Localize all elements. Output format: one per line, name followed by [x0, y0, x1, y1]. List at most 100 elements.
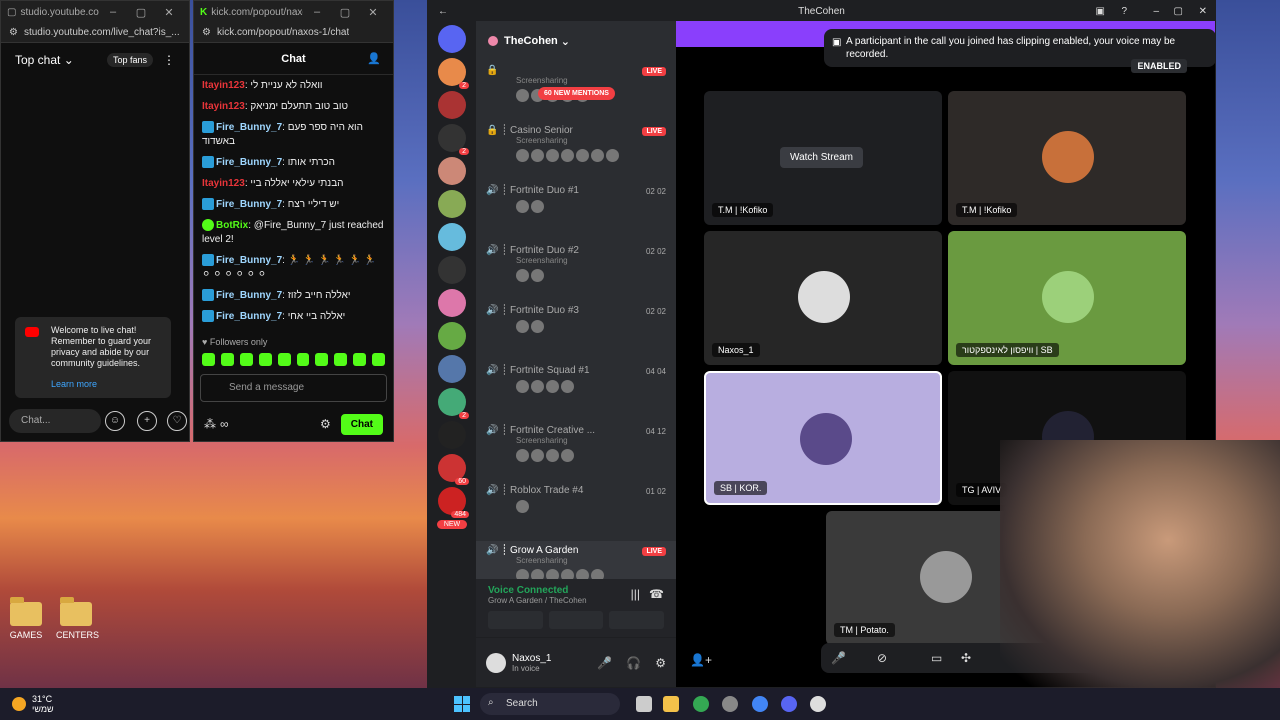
- taskbar-search[interactable]: ⌕ Search: [480, 693, 620, 715]
- desktop-icon-games[interactable]: GAMES: [6, 597, 46, 640]
- activities-button[interactable]: [609, 611, 665, 629]
- emote-icon[interactable]: [277, 353, 291, 366]
- avatar[interactable]: [531, 449, 544, 462]
- message-user[interactable]: Fire_Bunny_7: [216, 199, 282, 210]
- message-user[interactable]: Fire_Bunny_7: [216, 157, 282, 168]
- server-icon[interactable]: [438, 355, 466, 383]
- avatar[interactable]: [561, 380, 574, 393]
- participant-tile-speaking[interactable]: SB | KOR.: [704, 371, 942, 505]
- site-settings-icon[interactable]: ⚙: [9, 27, 18, 38]
- inbox-icon[interactable]: ▣: [1096, 6, 1105, 17]
- avatar[interactable]: [516, 380, 529, 393]
- participant-tile[interactable]: T.M | !Kofiko: [948, 91, 1186, 225]
- learn-more-link[interactable]: Learn more: [51, 379, 163, 390]
- server-icon[interactable]: 60: [438, 454, 469, 485]
- avatar[interactable]: [546, 149, 559, 162]
- weather-widget[interactable]: 31°C שמשי: [12, 694, 54, 714]
- server-icon[interactable]: [438, 190, 466, 218]
- top-fans-button[interactable]: Top fans: [106, 53, 153, 67]
- home-icon[interactable]: [438, 25, 466, 53]
- microphone-icon[interactable]: 🎤: [831, 651, 846, 665]
- avatar[interactable]: [516, 500, 529, 513]
- emote-icon[interactable]: [239, 353, 253, 366]
- discord-icon[interactable]: [781, 696, 797, 712]
- server-icon[interactable]: 2: [438, 58, 469, 89]
- emoji-icon[interactable]: ☺: [105, 411, 125, 431]
- emote-icon[interactable]: [296, 353, 310, 366]
- add-icon[interactable]: +: [137, 411, 157, 431]
- camera-off-icon[interactable]: ⊘: [877, 651, 887, 665]
- microphone-icon[interactable]: 🎤: [597, 656, 612, 670]
- message-user[interactable]: BotRix: [216, 220, 248, 231]
- maximize-icon[interactable]: ▢: [331, 6, 359, 19]
- avatar[interactable]: [516, 320, 529, 333]
- avatar[interactable]: [516, 89, 529, 102]
- minimize-icon[interactable]: –: [99, 6, 127, 18]
- noise-suppression-icon[interactable]: |||: [631, 587, 640, 601]
- message-user[interactable]: Fire_Bunny_7: [216, 311, 282, 322]
- close-icon[interactable]: ✕: [359, 6, 387, 19]
- avatar[interactable]: [531, 200, 544, 213]
- close-icon[interactable]: ✕: [155, 6, 183, 19]
- voice-channel[interactable]: 🔊 ┊ Fortnite Duo #3 02 02: [476, 301, 676, 361]
- emote-icon[interactable]: [334, 353, 348, 366]
- minimize-icon[interactable]: –: [303, 6, 331, 18]
- emote-icon[interactable]: [202, 353, 215, 366]
- screenshare-button[interactable]: [548, 611, 604, 629]
- participant-tile[interactable]: וויפסון לאינספקטור | SB: [948, 231, 1186, 365]
- site-settings-icon[interactable]: ⚙: [202, 27, 211, 38]
- avatar[interactable]: [516, 449, 529, 462]
- voice-channel[interactable]: 🔊 ┊ Roblox Trade #4 01 02: [476, 481, 676, 541]
- help-icon[interactable]: ?: [1121, 6, 1127, 17]
- camera-toggle-button[interactable]: [488, 611, 543, 629]
- activities-icon[interactable]: ✣: [961, 651, 971, 665]
- invite-icon[interactable]: 👤+: [690, 653, 712, 667]
- avatar[interactable]: [561, 449, 574, 462]
- disconnect-icon[interactable]: ☎: [649, 587, 664, 601]
- message-user[interactable]: Itayin123: [202, 178, 245, 189]
- emote-icon[interactable]: [315, 353, 329, 366]
- server-icon[interactable]: 2: [438, 388, 469, 419]
- avatar[interactable]: [561, 149, 574, 162]
- voice-channel[interactable]: 🔊 ┊ Fortnite Duo #2 Screensharing 02 02: [476, 241, 676, 301]
- chrome-profile-icon[interactable]: [752, 696, 768, 712]
- maximize-icon[interactable]: ▢: [127, 6, 155, 19]
- server-icon[interactable]: 2: [438, 124, 469, 155]
- voice-channel[interactable]: 🔊 ┊ Fortnite Squad #1 04 04: [476, 361, 676, 421]
- avatar[interactable]: [606, 149, 619, 162]
- server-icon[interactable]: [438, 421, 466, 449]
- avatar[interactable]: [531, 320, 544, 333]
- avatar[interactable]: [576, 149, 589, 162]
- more-options-icon[interactable]: ⋮: [163, 53, 175, 67]
- heart-icon[interactable]: ♡: [167, 411, 187, 431]
- desktop-icon-centers[interactable]: CENTERS: [56, 597, 99, 640]
- participant-tile[interactable]: Naxos_1: [704, 231, 942, 365]
- avatar[interactable]: [516, 200, 529, 213]
- minimize-icon[interactable]: –: [1153, 6, 1159, 17]
- server-icon[interactable]: [438, 157, 466, 185]
- server-icon[interactable]: [438, 256, 466, 284]
- settings-icon[interactable]: ⚙: [655, 656, 666, 670]
- voice-channel[interactable]: 🔊 ┊ Fortnite Duo #1 02 02: [476, 181, 676, 241]
- chat-input[interactable]: Chat...: [9, 409, 101, 433]
- avatar[interactable]: [531, 380, 544, 393]
- server-icon[interactable]: [438, 223, 466, 251]
- media-player-icon[interactable]: [810, 696, 826, 712]
- avatar[interactable]: [486, 652, 506, 673]
- avatar[interactable]: [546, 449, 559, 462]
- watch-stream-button[interactable]: Watch Stream: [780, 147, 863, 168]
- avatar[interactable]: [516, 269, 529, 282]
- back-icon[interactable]: ←: [438, 6, 448, 17]
- start-button[interactable]: [454, 696, 470, 712]
- server-icon[interactable]: [438, 91, 466, 119]
- emote-icon[interactable]: [220, 353, 234, 366]
- server-icon[interactable]: [438, 322, 466, 350]
- new-mentions-badge[interactable]: 60 NEW MENTIONS: [538, 87, 615, 100]
- emote-icon[interactable]: [353, 353, 367, 366]
- app-icon[interactable]: [722, 696, 738, 712]
- voice-channel[interactable]: 🔒 ┊ Casino Senior Screensharing LIVE: [476, 121, 676, 181]
- message-user[interactable]: Fire_Bunny_7: [216, 255, 282, 266]
- send-chat-button[interactable]: Chat: [340, 413, 383, 435]
- clips-enabled-badge[interactable]: ENABLED: [1131, 59, 1187, 73]
- message-user[interactable]: Fire_Bunny_7: [216, 122, 282, 133]
